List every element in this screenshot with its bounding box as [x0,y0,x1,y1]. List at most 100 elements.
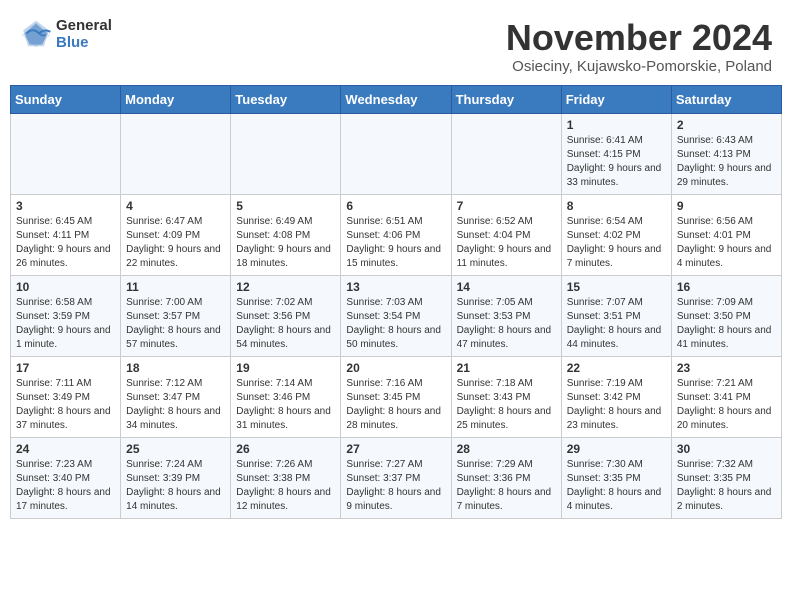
day-info: Sunrise: 6:43 AMSunset: 4:13 PMDaylight:… [677,134,776,190]
weekday-header-thursday: Thursday [451,85,561,113]
day-number: 26 [236,442,335,456]
day-info: Sunrise: 7:32 AMSunset: 3:35 PMDaylight:… [677,458,776,514]
day-cell: 6Sunrise: 6:51 AMSunset: 4:06 PMDaylight… [341,194,451,275]
day-info: Sunrise: 7:16 AMSunset: 3:45 PMDaylight:… [346,377,445,433]
day-number: 30 [677,442,776,456]
day-number: 24 [16,442,115,456]
day-number: 19 [236,361,335,375]
day-cell: 15 Sunrise: 7:07 AMSunset: 3:51 PMDayligh… [561,275,671,356]
week-row-1: 1 Sunrise: 6:41 AMSunset: 4:15 PMDaylight… [11,113,782,194]
day-number: 2 [677,118,776,132]
day-info: Sunrise: 7:12 AMSunset: 3:47 PMDaylight:… [126,377,225,433]
day-number: 3 [16,199,115,213]
day-number: 11 [126,280,225,294]
weekday-header-saturday: Saturday [671,85,781,113]
week-row-3: 10 Sunrise: 6:58 AMSunset: 3:59 PMDayligh… [11,275,782,356]
day-number: 7 [457,199,556,213]
weekday-header-monday: Monday [121,85,231,113]
day-cell: 9 Sunrise: 6:56 AMSunset: 4:01 PMDaylight… [671,194,781,275]
day-number: 22 [567,361,666,375]
logo-general: General [56,18,112,35]
day-cell: 27 Sunrise: 7:27 AMSunset: 3:37 PMDayligh… [341,437,451,518]
day-cell: 1 Sunrise: 6:41 AMSunset: 4:15 PMDaylight… [561,113,671,194]
day-number: 1 [567,118,666,132]
day-cell: 29Sunrise: 7:30 AMSunset: 3:35 PMDayligh… [561,437,671,518]
day-cell: 10 Sunrise: 6:58 AMSunset: 3:59 PMDayligh… [11,275,121,356]
weekday-header-wednesday: Wednesday [341,85,451,113]
day-cell: 28Sunrise: 7:29 AMSunset: 3:36 PMDayligh… [451,437,561,518]
header: General Blue November 2024 Osieciny, Kuj… [10,10,782,79]
day-info: Sunrise: 6:45 AMSunset: 4:11 PMDaylight:… [16,215,115,271]
day-cell: 19 Sunrise: 7:14 AMSunset: 3:46 PMDayligh… [231,356,341,437]
day-cell: 20 Sunrise: 7:16 AMSunset: 3:45 PMDayligh… [341,356,451,437]
day-cell: 12 Sunrise: 7:02 AMSunset: 3:56 PMDayligh… [231,275,341,356]
day-number: 18 [126,361,225,375]
day-cell: 4 Sunrise: 6:47 AMSunset: 4:09 PMDaylight… [121,194,231,275]
day-info: Sunrise: 7:14 AMSunset: 3:46 PMDaylight:… [236,377,335,433]
weekday-header-row: SundayMondayTuesdayWednesdayThursdayFrid… [11,85,782,113]
day-number: 4 [126,199,225,213]
calendar: SundayMondayTuesdayWednesdayThursdayFrid… [10,85,782,519]
day-cell: 23 Sunrise: 7:21 AMSunset: 3:41 PMDayligh… [671,356,781,437]
day-number: 23 [677,361,776,375]
weekday-header-tuesday: Tuesday [231,85,341,113]
day-info: Sunrise: 7:30 AMSunset: 3:35 PMDaylight:… [567,458,666,514]
day-cell: 14 Sunrise: 7:05 AMSunset: 3:53 PMDayligh… [451,275,561,356]
day-number: 9 [677,199,776,213]
day-cell: 8 Sunrise: 6:54 AMSunset: 4:02 PMDaylight… [561,194,671,275]
day-info: Sunrise: 6:56 AMSunset: 4:01 PMDaylight:… [677,215,776,271]
day-cell: 3 Sunrise: 6:45 AMSunset: 4:11 PMDaylight… [11,194,121,275]
day-cell: 24 Sunrise: 7:23 AMSunset: 3:40 PMDayligh… [11,437,121,518]
day-info: Sunrise: 6:54 AMSunset: 4:02 PMDaylight:… [567,215,666,271]
day-number: 14 [457,280,556,294]
day-number: 27 [346,442,445,456]
day-number: 8 [567,199,666,213]
weekday-header-friday: Friday [561,85,671,113]
logo: General Blue [20,18,112,51]
day-info: Sunrise: 7:00 AMSunset: 3:57 PMDaylight:… [126,296,225,352]
title-block: November 2024 Osieciny, Kujawsko-Pomorsk… [506,18,772,75]
week-row-4: 17 Sunrise: 7:11 AMSunset: 3:49 PMDayligh… [11,356,782,437]
day-number: 28 [457,442,556,456]
day-cell: 22Sunrise: 7:19 AMSunset: 3:42 PMDayligh… [561,356,671,437]
day-info: Sunrise: 7:27 AMSunset: 3:37 PMDaylight:… [346,458,445,514]
day-info: Sunrise: 7:26 AMSunset: 3:38 PMDaylight:… [236,458,335,514]
day-info: Sunrise: 6:41 AMSunset: 4:15 PMDaylight:… [567,134,666,190]
day-info: Sunrise: 7:07 AMSunset: 3:51 PMDaylight:… [567,296,666,352]
day-info: Sunrise: 7:23 AMSunset: 3:40 PMDaylight:… [16,458,115,514]
day-info: Sunrise: 7:09 AMSunset: 3:50 PMDaylight:… [677,296,776,352]
day-number: 17 [16,361,115,375]
day-info: Sunrise: 7:05 AMSunset: 3:53 PMDaylight:… [457,296,556,352]
subtitle: Osieciny, Kujawsko-Pomorskie, Poland [506,58,772,75]
day-cell: 21Sunrise: 7:18 AMSunset: 3:43 PMDayligh… [451,356,561,437]
day-info: Sunrise: 6:51 AMSunset: 4:06 PMDaylight:… [346,215,445,271]
day-cell: 11 Sunrise: 7:00 AMSunset: 3:57 PMDayligh… [121,275,231,356]
day-info: Sunrise: 7:21 AMSunset: 3:41 PMDaylight:… [677,377,776,433]
day-info: Sunrise: 6:52 AMSunset: 4:04 PMDaylight:… [457,215,556,271]
day-info: Sunrise: 7:24 AMSunset: 3:39 PMDaylight:… [126,458,225,514]
day-number: 10 [16,280,115,294]
logo-icon [20,19,52,51]
week-row-2: 3 Sunrise: 6:45 AMSunset: 4:11 PMDaylight… [11,194,782,275]
day-cell: 25Sunrise: 7:24 AMSunset: 3:39 PMDayligh… [121,437,231,518]
logo-blue: Blue [56,35,112,52]
day-cell: 26 Sunrise: 7:26 AMSunset: 3:38 PMDayligh… [231,437,341,518]
day-cell: 30 Sunrise: 7:32 AMSunset: 3:35 PMDayligh… [671,437,781,518]
day-cell: 5Sunrise: 6:49 AMSunset: 4:08 PMDaylight… [231,194,341,275]
day-cell: 18 Sunrise: 7:12 AMSunset: 3:47 PMDayligh… [121,356,231,437]
day-info: Sunrise: 6:58 AMSunset: 3:59 PMDaylight:… [16,296,115,352]
month-title: November 2024 [506,18,772,58]
day-number: 15 [567,280,666,294]
day-info: Sunrise: 7:03 AMSunset: 3:54 PMDaylight:… [346,296,445,352]
day-info: Sunrise: 7:02 AMSunset: 3:56 PMDaylight:… [236,296,335,352]
day-number: 20 [346,361,445,375]
day-info: Sunrise: 6:47 AMSunset: 4:09 PMDaylight:… [126,215,225,271]
day-info: Sunrise: 7:11 AMSunset: 3:49 PMDaylight:… [16,377,115,433]
day-number: 12 [236,280,335,294]
day-cell [11,113,121,194]
day-number: 5 [236,199,335,213]
day-number: 16 [677,280,776,294]
day-cell: 7 Sunrise: 6:52 AMSunset: 4:04 PMDaylight… [451,194,561,275]
weekday-header-sunday: Sunday [11,85,121,113]
day-cell: 13Sunrise: 7:03 AMSunset: 3:54 PMDayligh… [341,275,451,356]
